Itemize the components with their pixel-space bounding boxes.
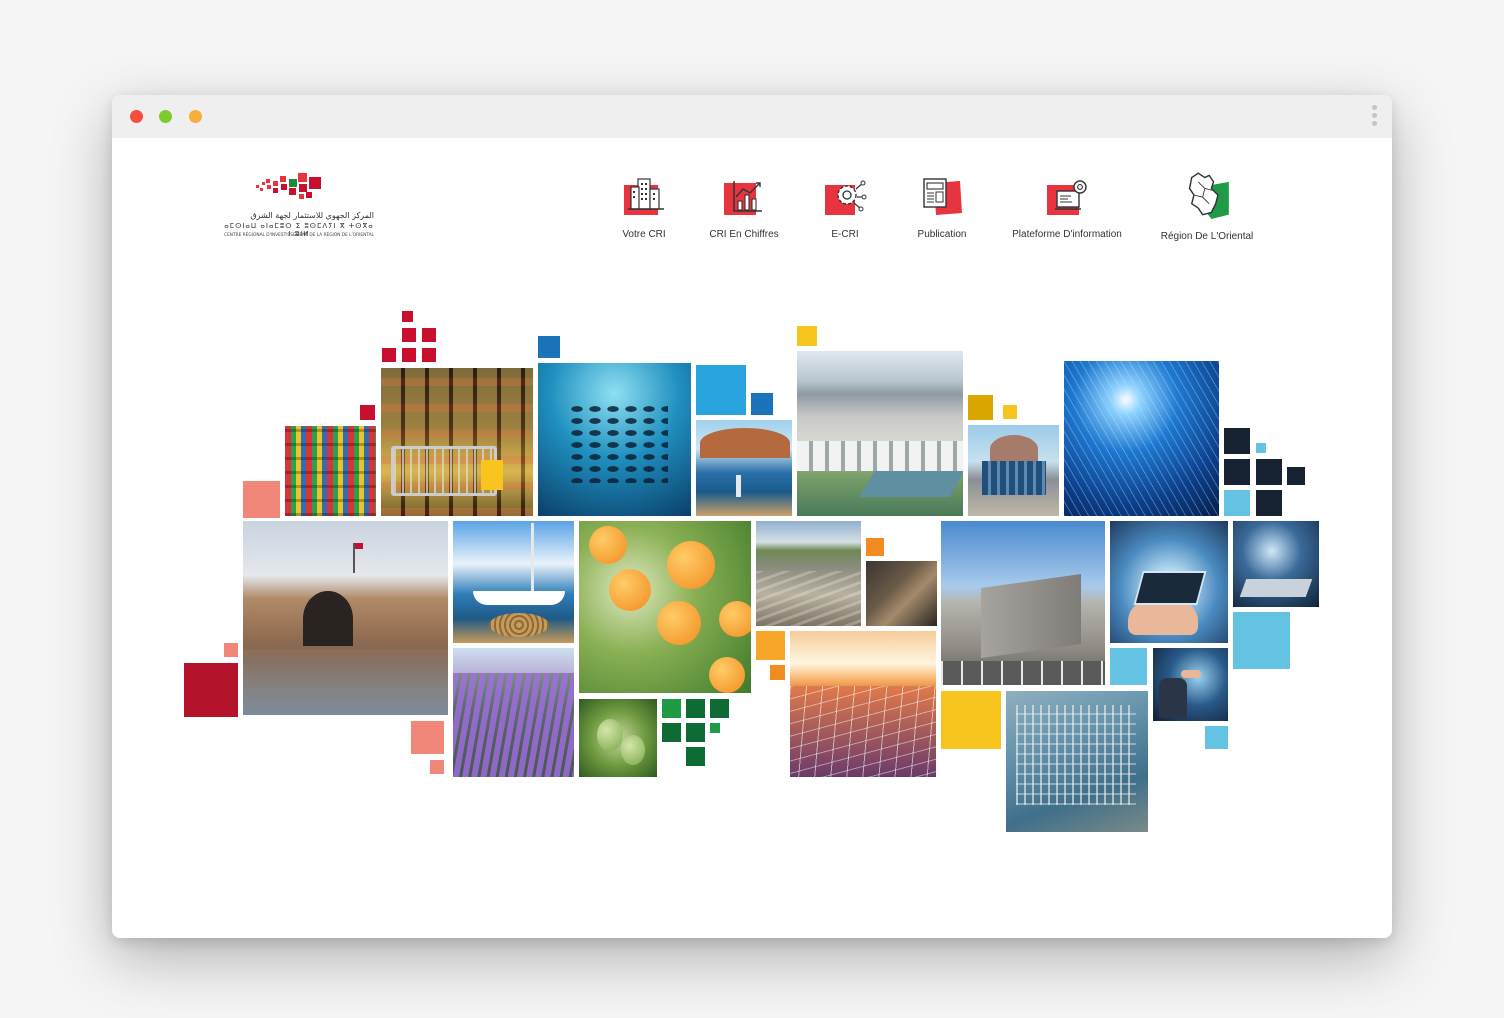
fish-school-photo [538, 363, 691, 516]
decor-square [1256, 490, 1282, 516]
decor-square [751, 393, 773, 415]
kasbah-gate-photo [243, 521, 448, 715]
market-stall-photo [285, 426, 376, 516]
green-almond-photo [579, 699, 657, 777]
decor-square [941, 691, 1001, 749]
decor-square [382, 348, 396, 362]
browser-window: المركز الجهوي للاستثمار لجهة الشرق ⴰⵎⵙⵏⴰ… [112, 95, 1392, 938]
decor-square [686, 699, 705, 718]
decor-square [243, 481, 280, 518]
domed-building-photo [968, 425, 1059, 516]
decor-square [686, 747, 705, 766]
decor-square [224, 643, 238, 657]
decor-square [662, 723, 681, 742]
decor-square [686, 723, 705, 742]
hero-mosaic [112, 95, 1392, 938]
tech-hand-tablet-photo [1110, 521, 1228, 643]
decor-square [422, 348, 436, 362]
tech-hand-icons-photo [1233, 521, 1319, 607]
decor-square [1224, 428, 1250, 454]
decor-square [1205, 726, 1228, 749]
decor-square [662, 699, 681, 718]
decor-square [360, 405, 375, 420]
decor-square [1233, 612, 1290, 669]
decor-square [538, 336, 560, 358]
decor-square [866, 538, 884, 556]
businessman-touch-photo [1153, 648, 1228, 721]
coastal-fisherman-photo [696, 420, 792, 516]
decor-square [402, 348, 416, 362]
decor-square [696, 365, 746, 415]
decor-square [1003, 405, 1017, 419]
decor-square [1110, 648, 1147, 685]
decor-square [422, 328, 436, 342]
decor-square [756, 631, 785, 660]
decor-square [430, 760, 444, 774]
decor-square [1224, 459, 1250, 485]
decor-square [411, 721, 444, 754]
digital-globe-photo [1064, 361, 1219, 516]
sailboat-marina-photo [453, 521, 574, 643]
modern-building-photo [941, 521, 1105, 685]
decor-square [710, 723, 720, 733]
city-development-photo [797, 351, 963, 516]
decor-square [710, 699, 729, 718]
supermarket-cart-photo [381, 368, 533, 516]
decor-square [797, 326, 817, 346]
orange-tree-photo [579, 521, 751, 693]
decor-square [1256, 459, 1282, 485]
solar-panels-photo [790, 631, 936, 777]
decor-square [184, 663, 238, 717]
decor-square [402, 311, 413, 322]
quarry-photo [756, 521, 861, 626]
decor-square [1287, 467, 1305, 485]
decor-square [402, 328, 416, 342]
decor-square [1256, 443, 1266, 453]
port-aerial-photo [1006, 691, 1148, 832]
lavender-field-photo [453, 648, 574, 777]
machinery-photo [866, 561, 937, 626]
decor-square [770, 665, 785, 680]
decor-square [968, 395, 993, 420]
decor-square [1224, 490, 1250, 516]
